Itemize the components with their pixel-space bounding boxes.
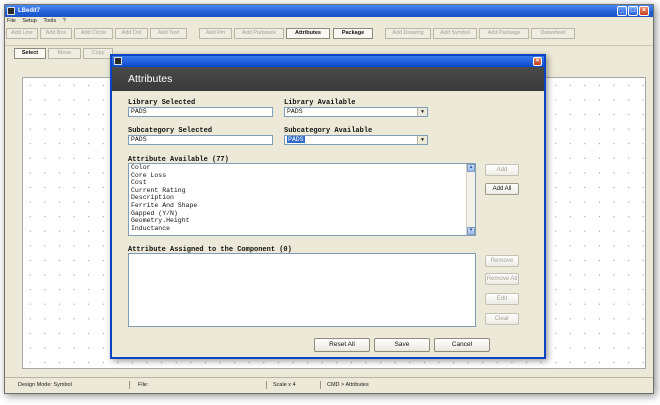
status-divider — [320, 381, 321, 389]
library-selected-field[interactable]: PADS — [128, 107, 273, 117]
maximize-button[interactable]: □ — [628, 6, 638, 16]
chevron-down-icon[interactable]: ▼ — [417, 108, 427, 116]
main-toolbar: Add Line Add Box Add Circle Add Dot Add … — [5, 25, 653, 46]
select-button[interactable]: Select — [14, 48, 46, 59]
dialog-close-button[interactable]: × — [533, 57, 542, 66]
window-title: LBedit7 — [18, 8, 41, 14]
library-available-value: PADS — [287, 108, 303, 115]
subcategory-available-select[interactable]: PADS ▼ — [284, 135, 428, 145]
subcategory-available-value: PADS — [287, 136, 305, 143]
add-box-button[interactable]: Add Box — [40, 28, 72, 39]
list-scrollbar[interactable]: ▲ ▼ — [466, 164, 475, 235]
list-item[interactable]: Core Loss — [129, 172, 475, 180]
subcategory-available-label: Subcategory Available — [284, 127, 373, 135]
reset-all-button[interactable]: Reset All — [314, 338, 370, 352]
dialog-header: Attributes — [112, 67, 544, 91]
datasheet-button[interactable]: Datasheet — [531, 28, 575, 39]
status-file: File: — [138, 382, 149, 388]
attributes-dialog: × Attributes Library Selected PADS Libra… — [110, 54, 546, 359]
status-divider — [266, 381, 267, 389]
minimize-button[interactable]: _ — [617, 6, 627, 16]
save-button[interactable]: Save — [374, 338, 430, 352]
attribute-assigned-list[interactable] — [128, 253, 476, 327]
list-item[interactable]: Ferrite And Shape — [129, 202, 475, 210]
add-pin-button[interactable]: Add Pin — [199, 28, 232, 39]
list-item[interactable]: Description — [129, 194, 475, 202]
menu-help[interactable]: ? — [63, 18, 66, 24]
attribute-available-list[interactable]: Color Core Loss Cost Current Rating Desc… — [128, 163, 476, 236]
add-symbol-button[interactable]: Add Symbol — [433, 28, 477, 39]
remove-all-button[interactable]: Remove All — [485, 273, 519, 285]
menu-file[interactable]: File — [7, 18, 16, 24]
menu-bar: File Setup Tools ? — [5, 17, 653, 25]
menu-tools[interactable]: Tools — [43, 18, 56, 24]
copy-button[interactable]: Copy — [83, 48, 113, 59]
dialog-titlebar: × — [112, 56, 544, 67]
subcategory-selected-label: Subcategory Selected — [128, 127, 213, 135]
app-logo-icon — [7, 7, 15, 15]
move-button[interactable]: Move — [48, 48, 81, 59]
status-command: CMD > Attributes — [327, 382, 369, 388]
package-button[interactable]: Package — [333, 28, 373, 39]
remove-button[interactable]: Remove — [485, 255, 519, 267]
library-selected-label: Library Selected — [128, 99, 196, 107]
status-scale: Scale x 4 — [273, 382, 296, 388]
edit-button[interactable]: Edit — [485, 293, 519, 305]
add-dot-button[interactable]: Add Dot — [115, 28, 148, 39]
subcategory-selected-field[interactable]: PADS — [128, 135, 273, 145]
add-all-button[interactable]: Add All — [485, 183, 519, 195]
clear-button[interactable]: Clear — [485, 313, 519, 325]
list-item[interactable]: Color — [129, 164, 475, 172]
add-padstack-button[interactable]: Add Padstack — [234, 28, 284, 39]
list-item[interactable]: Current Rating — [129, 187, 475, 195]
close-button[interactable]: × — [639, 6, 649, 16]
menu-setup[interactable]: Setup — [22, 18, 36, 24]
add-drawing-button[interactable]: Add Drawing — [385, 28, 431, 39]
status-divider — [129, 381, 130, 389]
library-available-select[interactable]: PADS ▼ — [284, 107, 428, 117]
scroll-down-icon[interactable]: ▼ — [467, 227, 475, 235]
chevron-down-icon[interactable]: ▼ — [417, 136, 427, 144]
status-design-mode: Design Mode: Symbol — [18, 382, 72, 388]
add-text-button[interactable]: Add Text — [150, 28, 187, 39]
attributes-button[interactable]: Attributes — [286, 28, 330, 39]
list-item[interactable]: Inductance — [129, 225, 475, 233]
list-item[interactable]: Gapped (Y/N) — [129, 210, 475, 218]
scroll-up-icon[interactable]: ▲ — [467, 164, 475, 172]
library-available-label: Library Available — [284, 99, 356, 107]
list-item[interactable]: Geometry.Height — [129, 217, 475, 225]
dialog-app-icon — [114, 57, 122, 65]
status-bar: Design Mode: Symbol File: Scale x 4 CMD … — [5, 377, 653, 392]
cancel-button[interactable]: Cancel — [434, 338, 490, 352]
add-line-button[interactable]: Add Line — [6, 28, 38, 39]
app-titlebar: LBedit7 _ □ × — [5, 5, 653, 17]
add-button[interactable]: Add — [485, 164, 519, 176]
dialog-title: Attributes — [128, 73, 173, 85]
add-package-button[interactable]: Add Package — [479, 28, 529, 39]
add-circle-button[interactable]: Add Circle — [74, 28, 113, 39]
list-item[interactable]: Cost — [129, 179, 475, 187]
